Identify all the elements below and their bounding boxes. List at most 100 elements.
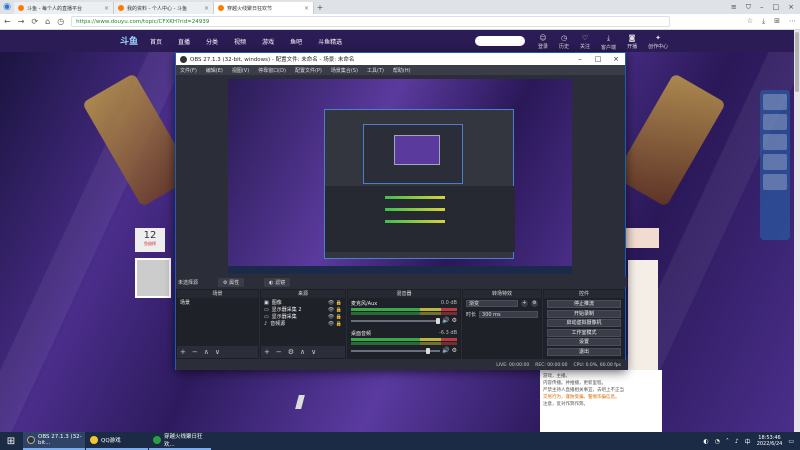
exit-button[interactable]: 退出 [547, 347, 621, 356]
header-client[interactable]: ⤓ 客户端 [601, 34, 616, 51]
minimize-icon[interactable]: – [571, 55, 589, 63]
menu-scene-collection[interactable]: 场景集合(S) [331, 67, 358, 74]
start-recording-button[interactable]: 开始录制 [547, 309, 621, 318]
close-icon[interactable]: × [104, 5, 109, 12]
close-icon[interactable]: × [607, 55, 625, 63]
menu-edit[interactable]: 编辑(E) [206, 67, 223, 74]
speaker-icon[interactable]: 🔊 [442, 317, 449, 324]
nav-item[interactable]: 直播 [178, 37, 190, 46]
taskbar-item-qqgame[interactable]: QQ游戏 [86, 432, 148, 450]
header-follow[interactable]: ♡ 关注 [580, 34, 590, 51]
menu-tools[interactable]: 工具(T) [367, 67, 384, 74]
stop-streaming-button[interactable]: 停止推流 [547, 300, 621, 308]
source-item[interactable]: ▣ 图像 👁 🔒 [264, 300, 342, 307]
nav-item[interactable]: 首页 [150, 37, 162, 46]
filters-button[interactable]: ◐ 滤镜 [264, 277, 291, 287]
sidebar-entry[interactable] [763, 114, 787, 130]
sidebar-entry[interactable] [763, 134, 787, 150]
volume-slider[interactable] [351, 317, 441, 324]
maximize-icon[interactable]: □ [773, 3, 780, 12]
taskbar-item-browser[interactable]: 穿越火线聚日狂欢... [149, 432, 211, 450]
menu-help[interactable]: 帮助(H) [393, 67, 411, 74]
home-icon[interactable]: ⌂ [45, 17, 50, 26]
tab-profile[interactable]: 我的资料 - 个人中心 - 斗鱼 × [114, 2, 214, 14]
move-up-icon[interactable]: ∧ [300, 348, 305, 356]
remove-icon[interactable]: − [192, 348, 198, 356]
gear-icon[interactable]: ⚙ [452, 317, 457, 324]
close-icon[interactable]: × [304, 5, 309, 12]
transition-select[interactable]: 渐变 [466, 300, 518, 307]
site-search-input[interactable] [475, 36, 525, 46]
header-broadcast[interactable]: ◙ 开播 [627, 34, 637, 51]
new-tab-button[interactable]: + [314, 3, 326, 12]
shield-icon[interactable]: ⛉ [746, 3, 751, 12]
settings-button[interactable]: 设置 [547, 338, 621, 346]
source-item[interactable]: ▭ 显示器采集 👁 🔒 [264, 314, 342, 321]
sidebar-entry[interactable] [763, 94, 787, 110]
notification-icon[interactable]: ▭ [788, 438, 794, 445]
tab-event[interactable]: 穿越火线聚日狂欢节 × [214, 2, 314, 14]
visibility-lock-icons[interactable]: 👁 🔒 [328, 314, 342, 321]
sidebar-entry[interactable] [763, 174, 787, 190]
menu-icon[interactable]: ≡ [731, 3, 737, 12]
header-history[interactable]: ◷ 历史 [559, 34, 569, 51]
maximize-icon[interactable]: □ [589, 55, 607, 63]
tray-chevron-icon[interactable]: ˄ [726, 438, 729, 445]
add-icon[interactable]: + [521, 300, 528, 307]
input-method-icon[interactable]: 中 [745, 437, 751, 446]
taskbar-item-obs[interactable]: OBS 27.1.3 (32-bit... [23, 432, 85, 450]
obs-title-bar[interactable]: OBS 27.1.3 (32-bit, windows) - 配置文件: 未命名… [176, 53, 625, 65]
nav-item[interactable]: 斗鱼精选 [318, 37, 342, 46]
volume-icon[interactable]: ♪ [735, 438, 739, 445]
browser-logo-icon[interactable]: ◉ [0, 0, 14, 14]
streamer-avatar[interactable] [135, 258, 171, 298]
more-icon[interactable]: ⋯ [789, 17, 796, 26]
move-down-icon[interactable]: ∨ [215, 348, 220, 356]
download-icon[interactable]: ⤓ [762, 17, 765, 26]
menu-profile[interactable]: 配置文件(P) [295, 67, 322, 74]
studio-mode-button[interactable]: 工作室模式 [547, 328, 621, 337]
menu-docks[interactable]: 停靠窗口(D) [258, 67, 286, 74]
volume-slider[interactable] [351, 347, 441, 354]
bookmark-icon[interactable]: ☆ [747, 17, 753, 26]
url-input[interactable]: https://www.douyu.com/topic/CFXKH?rid=24… [71, 16, 670, 27]
header-login[interactable]: ☺ 登录 [538, 34, 548, 51]
nav-item[interactable]: 鱼吧 [290, 37, 302, 46]
add-icon[interactable]: + [264, 348, 270, 356]
refresh-icon[interactable]: ⟳ [31, 17, 38, 26]
properties-button[interactable]: ⚙ 属性 [218, 277, 245, 287]
nav-item[interactable]: 游戏 [262, 37, 274, 46]
minimize-icon[interactable]: – [760, 3, 764, 12]
page-scrollbar[interactable] [794, 30, 800, 432]
speaker-icon[interactable]: 🔊 [442, 347, 449, 354]
scene-item[interactable]: 场景 [180, 300, 255, 307]
visibility-lock-icons[interactable]: 👁 🔒 [328, 321, 342, 328]
source-item[interactable]: ▭ 显示器采集 2 👁 🔒 [264, 307, 342, 314]
duration-input[interactable]: 300 ms [479, 311, 538, 318]
source-item[interactable]: ♪ 音频源 👁 🔒 [264, 321, 342, 328]
menu-file[interactable]: 文件(F) [180, 67, 197, 74]
add-icon[interactable]: + [180, 348, 186, 356]
back-icon[interactable]: ← [4, 17, 11, 26]
remove-icon[interactable]: − [276, 348, 282, 356]
gear-icon[interactable]: ⚙ [452, 347, 457, 354]
scrollbar-thumb[interactable] [795, 32, 799, 92]
douyu-logo[interactable]: 斗鱼 [120, 34, 138, 47]
close-icon[interactable]: × [204, 5, 209, 12]
sidebar-entry[interactable] [763, 154, 787, 170]
menu-view[interactable]: 视图(V) [232, 67, 249, 74]
settings-icon[interactable]: ⚙ [531, 300, 538, 307]
history-icon[interactable]: ◷ [57, 17, 64, 26]
network-icon[interactable]: ◔ [715, 438, 720, 445]
close-window-icon[interactable]: × [788, 3, 794, 12]
start-virtual-camera-button[interactable]: 启动虚拟摄像机 [547, 319, 621, 327]
tray-app-icon[interactable]: ◐ [703, 438, 708, 445]
windows-start-icon[interactable]: ⊞ [0, 432, 22, 450]
side-promo[interactable] [625, 228, 659, 248]
move-up-icon[interactable]: ∧ [204, 348, 209, 356]
slider-knob[interactable] [426, 347, 431, 354]
nav-item[interactable]: 分类 [206, 37, 218, 46]
system-clock[interactable]: 18:53:46 2022/6/24 [757, 435, 783, 447]
nav-item[interactable]: 视频 [234, 37, 246, 46]
obs-preview[interactable] [228, 79, 572, 274]
